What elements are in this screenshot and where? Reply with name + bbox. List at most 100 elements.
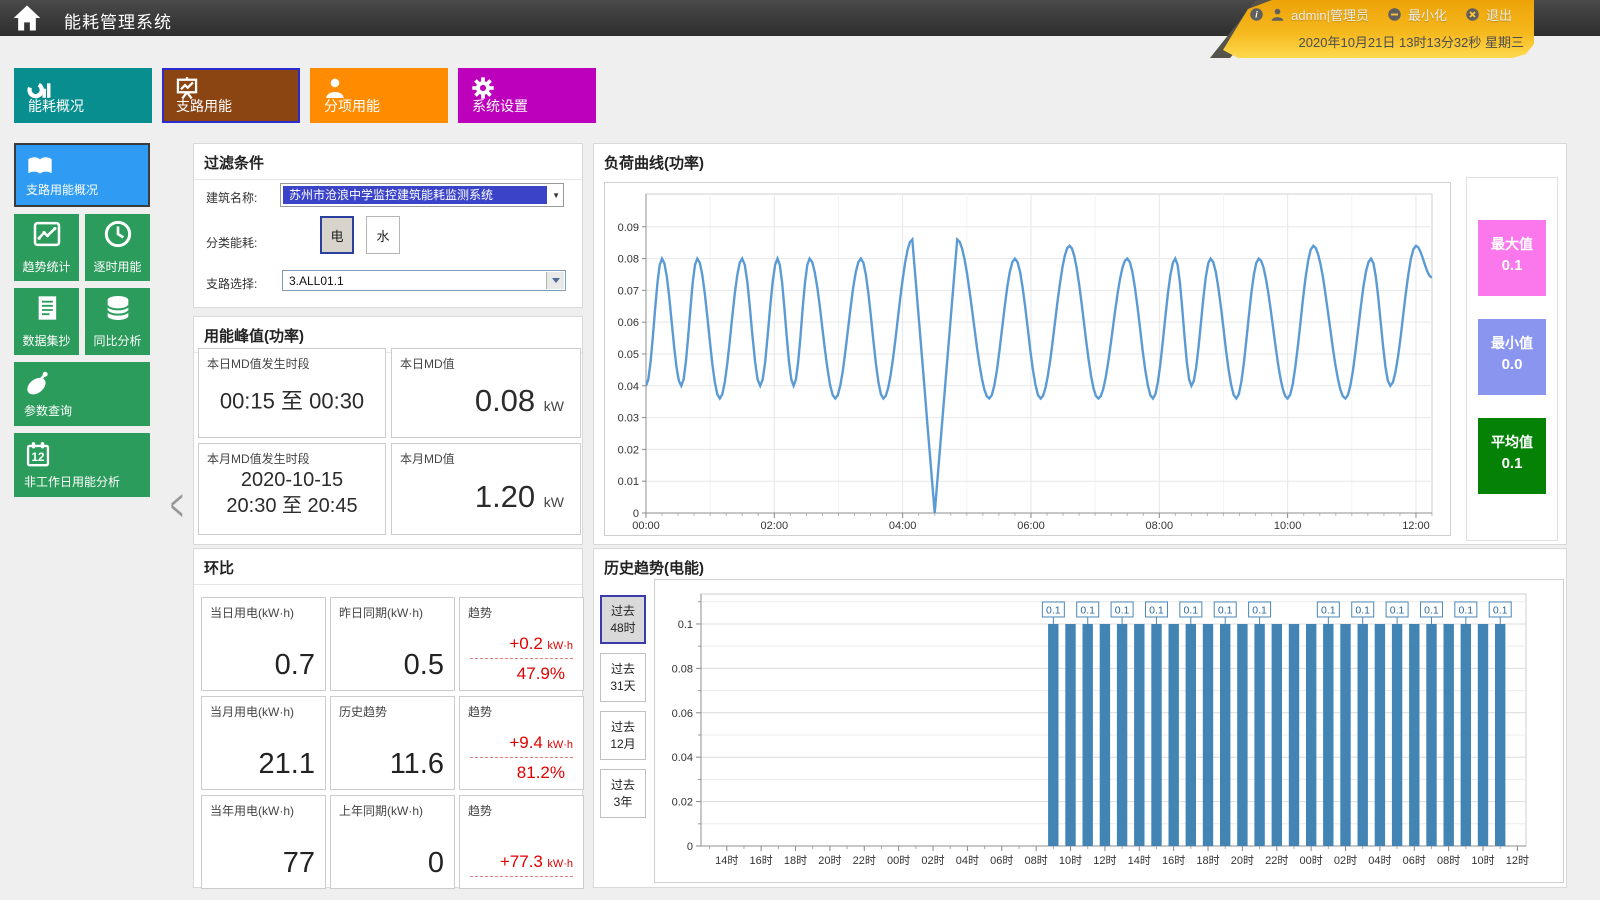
ribbon-actions: i admin|管理员 最小化 退出 <box>1249 5 1512 24</box>
svg-text:0.06: 0.06 <box>672 708 693 720</box>
exit-label[interactable]: 退出 <box>1486 5 1512 24</box>
load-curve-title: 负荷曲线(功率) <box>594 144 1566 179</box>
bar <box>1409 624 1419 846</box>
bar <box>1358 624 1368 846</box>
sidebar-item-clock[interactable]: 逐时用能 <box>85 214 150 281</box>
svg-text:0.1: 0.1 <box>1218 604 1233 616</box>
svg-text:02:00: 02:00 <box>761 520 789 532</box>
stat-value: 0.1 <box>1478 254 1546 274</box>
dropdown-button[interactable] <box>546 272 564 289</box>
line-chart-svg: 00.010.020.030.040.050.060.070.080.0900:… <box>605 183 1448 533</box>
home-icon[interactable] <box>12 3 42 33</box>
svg-text:0.1: 0.1 <box>1459 604 1474 616</box>
app: 能耗管理系统 i admin|管理员 最小化 退出 2020年10月21日 13… <box>0 0 1600 900</box>
stat-box: 最大值0.1 <box>1478 220 1546 296</box>
svg-text:0.1: 0.1 <box>1046 604 1061 616</box>
bar <box>1306 624 1316 846</box>
exit-icon[interactable] <box>1465 7 1480 22</box>
sidebar-item-calendar[interactable]: 12非工作日用能分析 <box>14 433 150 497</box>
bar <box>1495 624 1505 846</box>
huanbi-card: 昨日同期(kW·h)0.5 <box>330 597 455 691</box>
minimize-label[interactable]: 最小化 <box>1408 5 1447 24</box>
range-button-48时[interactable]: 过去48时 <box>600 595 646 644</box>
tab-board[interactable]: 支路用能 <box>162 68 300 123</box>
sidebar-item-label: 支路用能概况 <box>26 181 98 198</box>
svg-text:0.07: 0.07 <box>618 285 639 297</box>
stat-box: 最小值0.0 <box>1478 319 1546 395</box>
energy-option-button[interactable]: 电 <box>320 216 354 254</box>
svg-text:0.04: 0.04 <box>618 381 639 393</box>
svg-text:0: 0 <box>687 841 693 853</box>
svg-text:0.1: 0.1 <box>1080 604 1095 616</box>
tab-label: 支路用能 <box>176 96 232 116</box>
bar <box>1289 624 1299 846</box>
range-button-3年[interactable]: 过去3年 <box>600 769 646 818</box>
huanbi-card: 趋势 +9.4 kW·h 81.2% <box>459 696 584 790</box>
sidebar-item-label: 趋势统计 <box>14 258 79 275</box>
building-select-value: 苏州市沧浪中学监控建筑能耗监测系统 <box>283 186 547 204</box>
trend-block: +0.2 kW·h 47.9% <box>470 634 573 684</box>
stat-value: 0.1 <box>1478 452 1546 472</box>
info-icon[interactable]: i <box>1249 7 1264 22</box>
svg-text:08时: 08时 <box>1437 854 1460 867</box>
svg-text:14时: 14时 <box>1128 854 1151 867</box>
card-label: 趋势 <box>468 604 492 621</box>
branch-select[interactable]: 3.ALL01.1 <box>282 270 566 291</box>
range-button-line2: 48时 <box>610 620 635 637</box>
svg-text:10时: 10时 <box>1059 854 1082 867</box>
range-button-line1: 过去 <box>611 603 635 620</box>
tab-label: 分项用能 <box>324 96 380 116</box>
tab-person[interactable]: 分项用能 <box>310 68 448 123</box>
svg-text:08时: 08时 <box>1025 854 1048 867</box>
energy-option-button[interactable]: 水 <box>366 216 400 254</box>
range-button-line2: 31天 <box>610 678 635 695</box>
stat-box: 平均值0.1 <box>1478 418 1546 494</box>
sidebar-collapse-arrow[interactable]: < <box>170 482 183 533</box>
peak-value: 1.20 kW <box>475 479 564 515</box>
sidebar-item-book[interactable]: 支路用能概况 <box>14 143 150 207</box>
peak-period-value: 2020-10-1520:30 至 20:45 <box>199 467 385 519</box>
trend-unit: kW·h <box>547 739 573 751</box>
card-label: 本月MD值发生时段 <box>207 450 310 467</box>
peak-card: 本月MD值发生时段2020-10-1520:30 至 20:45 <box>198 443 386 535</box>
trend-dash-line <box>470 757 573 758</box>
load-curve-chart: 00.010.020.030.040.050.060.070.080.0900:… <box>604 182 1451 536</box>
chevron-down-icon <box>552 278 560 283</box>
sidebar-item-doc[interactable]: 数据集抄 <box>14 288 79 355</box>
svg-text:06时: 06时 <box>1403 854 1426 867</box>
range-button-line1: 过去 <box>611 719 635 736</box>
clock-icon <box>103 219 133 249</box>
doc-icon <box>32 293 62 323</box>
bar <box>1478 624 1488 846</box>
filter-title: 过滤条件 <box>194 144 582 180</box>
branch-select-value: 3.ALL01.1 <box>289 274 344 288</box>
svg-text:10时: 10时 <box>1471 854 1494 867</box>
svg-text:12:00: 12:00 <box>1402 520 1430 532</box>
huanbi-card: 当日用电(kW·h)0.7 <box>201 597 326 691</box>
huanbi-card: 历史趋势11.6 <box>330 696 455 790</box>
peak-value: 0.08 kW <box>475 383 564 419</box>
tab-pie[interactable]: 能耗概况 <box>14 68 152 123</box>
huanbi-value: 11.6 <box>390 748 444 781</box>
trend-block: +77.3 kW·h <box>470 852 573 882</box>
app-title: 能耗管理系统 <box>64 8 172 33</box>
minimize-icon[interactable] <box>1387 7 1402 22</box>
bar <box>1169 624 1179 846</box>
tab-gear[interactable]: 系统设置 <box>458 68 596 123</box>
bar <box>1048 624 1058 846</box>
bar <box>1272 624 1282 846</box>
svg-text:20时: 20时 <box>1231 854 1254 867</box>
building-select[interactable]: 苏州市沧浪中学监控建筑能耗监测系统 ▼ <box>280 183 564 207</box>
svg-text:0.08: 0.08 <box>672 663 693 675</box>
energy-type-label: 分类能耗: <box>206 234 257 251</box>
card-label: 昨日同期(kW·h) <box>339 604 423 621</box>
svg-text:06时: 06时 <box>990 854 1013 867</box>
sidebar-item-db[interactable]: 同比分析 <box>85 288 150 355</box>
svg-text:0.04: 0.04 <box>672 752 693 764</box>
filter-panel: 过滤条件 建筑名称: 苏州市沧浪中学监控建筑能耗监测系统 ▼ 分类能耗: 电水 … <box>193 143 583 308</box>
sidebar-item-trend[interactable]: 趋势统计 <box>14 214 79 281</box>
tab-label: 能耗概况 <box>28 96 84 116</box>
range-button-12月[interactable]: 过去12月 <box>600 711 646 760</box>
range-button-31天[interactable]: 过去31天 <box>600 653 646 702</box>
sidebar-item-dish[interactable]: 参数查询 <box>14 362 150 426</box>
